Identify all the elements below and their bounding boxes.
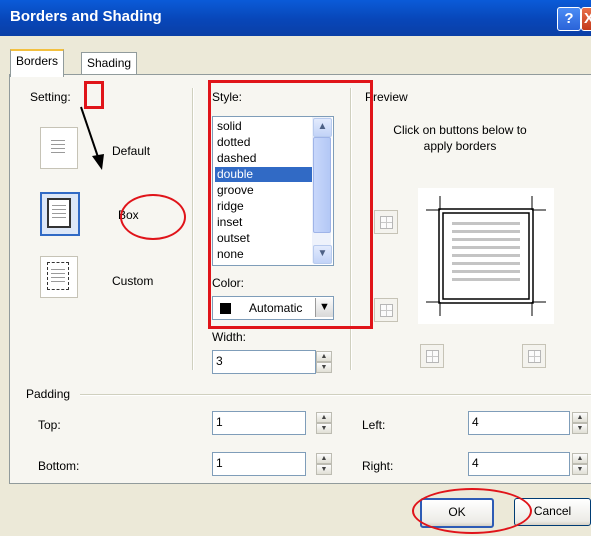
padding-left-spinner[interactable]: ▲ ▼ bbox=[572, 412, 588, 434]
padding-heading: Padding bbox=[26, 387, 71, 401]
spin-down-icon[interactable]: ▼ bbox=[316, 423, 332, 434]
padding-top-input[interactable]: 1 bbox=[212, 411, 306, 435]
spin-down-icon[interactable]: ▼ bbox=[572, 423, 588, 434]
padding-separator bbox=[80, 394, 591, 396]
top-border-button[interactable] bbox=[374, 210, 398, 234]
title-bar: Borders and Shading ? X bbox=[0, 0, 591, 36]
spin-down-icon[interactable]: ▼ bbox=[572, 464, 588, 475]
right-border-button[interactable] bbox=[522, 344, 546, 368]
spin-down-icon[interactable]: ▼ bbox=[316, 362, 332, 373]
padding-bottom-input[interactable]: 1 bbox=[212, 452, 306, 476]
spin-up-icon[interactable]: ▲ bbox=[316, 453, 332, 464]
padding-right-label: Right: bbox=[362, 459, 394, 473]
width-heading: Width: bbox=[212, 330, 247, 344]
padding-bottom-label: Bottom: bbox=[38, 459, 80, 473]
tab-borders[interactable]: Borders bbox=[10, 49, 65, 77]
setting-divider bbox=[192, 88, 194, 370]
help-button[interactable]: ? bbox=[557, 7, 581, 31]
preview-graphic bbox=[426, 196, 546, 316]
padding-top-spinner[interactable]: ▲ ▼ bbox=[316, 412, 332, 434]
padding-bottom-value: 1 bbox=[216, 456, 223, 470]
top-border-icon bbox=[380, 216, 393, 229]
bottom-border-button[interactable] bbox=[374, 298, 398, 322]
close-button[interactable]: X bbox=[581, 7, 591, 31]
setting-heading: Setting: bbox=[30, 90, 71, 104]
annotation-box-ellipse bbox=[120, 194, 186, 240]
preview-instructions: Click on buttons below to apply borders bbox=[393, 123, 527, 153]
width-spinner[interactable]: ▲ ▼ bbox=[316, 351, 332, 373]
spin-up-icon[interactable]: ▲ bbox=[316, 351, 332, 362]
padding-left-input[interactable]: 4 bbox=[468, 411, 570, 435]
padding-right-spinner[interactable]: ▲ ▼ bbox=[572, 453, 588, 475]
left-border-icon bbox=[426, 350, 439, 363]
left-border-button[interactable] bbox=[420, 344, 444, 368]
spin-down-icon[interactable]: ▼ bbox=[316, 464, 332, 475]
spin-up-icon[interactable]: ▲ bbox=[572, 453, 588, 464]
annotation-style-color-rect bbox=[208, 80, 373, 329]
width-value: 3 bbox=[216, 354, 223, 368]
padding-bottom-spinner[interactable]: ▲ ▼ bbox=[316, 453, 332, 475]
tab-shading[interactable]: Shading bbox=[81, 52, 138, 75]
border-preview[interactable] bbox=[418, 188, 554, 324]
setting-label-default[interactable]: Default bbox=[112, 144, 150, 158]
width-input[interactable]: 3 bbox=[212, 350, 316, 374]
padding-left-label: Left: bbox=[362, 418, 386, 432]
annotation-ok-ellipse bbox=[412, 488, 532, 534]
bottom-border-icon bbox=[380, 304, 393, 317]
custom-setting-icon[interactable] bbox=[40, 256, 78, 298]
annotation-arrow bbox=[80, 106, 104, 170]
borders-and-shading-dialog: Borders and Shading ? X Borders Shading … bbox=[0, 0, 591, 536]
window-title: Borders and Shading bbox=[10, 8, 162, 25]
padding-right-input[interactable]: 4 bbox=[468, 452, 570, 476]
spin-up-icon[interactable]: ▲ bbox=[316, 412, 332, 423]
box-setting-icon[interactable] bbox=[40, 192, 80, 236]
padding-top-value: 1 bbox=[216, 415, 223, 429]
padding-top-label: Top: bbox=[38, 418, 61, 432]
padding-left-value: 4 bbox=[472, 415, 479, 429]
padding-right-value: 4 bbox=[472, 456, 479, 470]
default-setting-icon[interactable] bbox=[40, 127, 78, 169]
spin-up-icon[interactable]: ▲ bbox=[572, 412, 588, 423]
setting-label-custom[interactable]: Custom bbox=[112, 274, 153, 288]
right-border-icon bbox=[528, 350, 541, 363]
